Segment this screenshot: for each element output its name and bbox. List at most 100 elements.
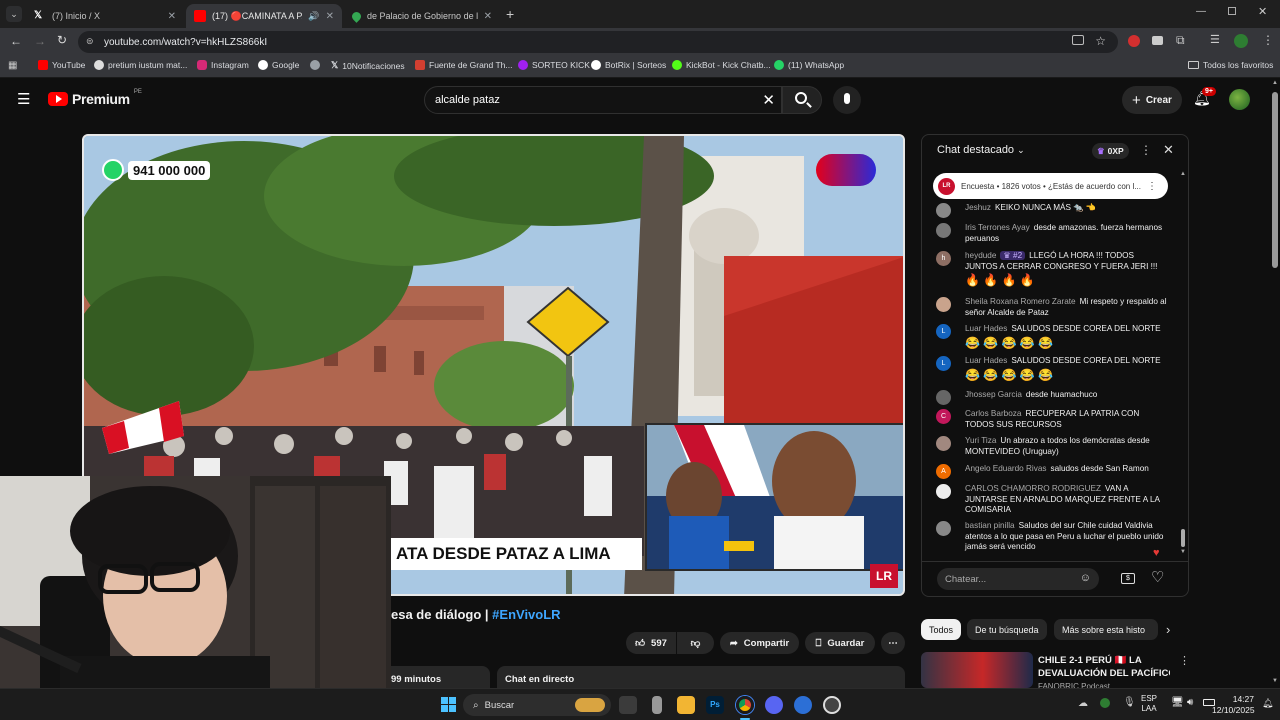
start-menu-icon[interactable] xyxy=(440,696,458,714)
forward-icon[interactable]: → xyxy=(34,34,46,48)
heart-icon[interactable]: ♡ xyxy=(1151,568,1164,586)
language-indicator[interactable]: ESP LAA xyxy=(1141,694,1157,714)
bookmark-item[interactable]: BotRix | Sorteos xyxy=(591,60,666,70)
chrome-icon[interactable] xyxy=(736,696,754,714)
scroll-thumb[interactable] xyxy=(1181,529,1185,547)
chat-message[interactable]: C Carlos Barboza RECUPERAR LA PATRIA CON T… xyxy=(936,409,1168,430)
scroll-up-icon[interactable]: ▲ xyxy=(1180,171,1186,177)
extension-icon[interactable] xyxy=(1128,35,1140,47)
create-button[interactable]: + Crear xyxy=(1122,86,1182,114)
extension-icon[interactable] xyxy=(1152,36,1163,45)
youtube-logo[interactable]: Premium PE xyxy=(48,89,142,107)
profile-avatar[interactable] xyxy=(1234,34,1248,48)
usb-icon[interactable] xyxy=(652,696,662,714)
bookmark-star-icon[interactable]: ☆ xyxy=(1095,34,1106,48)
taskbar-search[interactable]: ⌕ Buscar xyxy=(463,694,611,716)
like-button[interactable]: 👍︎ 597 xyxy=(626,632,676,654)
photoshop-icon[interactable]: Ps xyxy=(706,696,724,714)
address-bar[interactable]: ⊜ youtube.com/watch?v=hkHLZS866kI ☆ xyxy=(78,31,1118,53)
chat-message[interactable]: h heydude ♛ #2 LLEGÓ LA HORA !!! TODOS JUNT… xyxy=(936,251,1168,288)
chat-message[interactable]: L Luar Hades SALUDOS DESDE COREA DEL NORTE… xyxy=(936,356,1168,383)
minimize-icon[interactable]: — xyxy=(1196,6,1206,17)
bookmark-item[interactable]: YouTube xyxy=(38,60,85,70)
search-input[interactable]: alcalde pataz ✕ xyxy=(424,86,782,114)
poll-menu-icon[interactable]: ⋮ xyxy=(1147,181,1157,192)
account-avatar[interactable] xyxy=(1229,89,1250,110)
clock[interactable]: 14:27 12/10/2025 xyxy=(1212,694,1255,716)
chevron-right-icon[interactable]: › xyxy=(1166,622,1170,637)
chat-message[interactable]: Jhossep Garcia desde huamachuco xyxy=(936,390,1168,405)
search-button[interactable] xyxy=(782,86,822,114)
chat-message[interactable]: Yuri Tiza Un abrazo a todos los demócrata… xyxy=(936,436,1168,457)
chat-message[interactable]: Iris Terrones Ayay desde amazonas. fuerza… xyxy=(936,223,1168,244)
discord-icon[interactable] xyxy=(765,696,783,714)
chat-input[interactable]: Chatear... ☺ xyxy=(937,568,1099,590)
close-icon[interactable]: ✕ xyxy=(326,11,334,22)
chat-message[interactable]: A Angelo Eduardo Rivas saludos desde San R… xyxy=(936,464,1168,479)
chat-scrollbar[interactable]: ▲ ▼ xyxy=(1180,171,1186,556)
onedrive-icon[interactable]: ☁ xyxy=(1078,698,1088,709)
chat-message[interactable]: L Luar Hades SALUDOS DESDE COREA DEL NORTE… xyxy=(936,324,1168,351)
more-options-icon[interactable]: ⋮ xyxy=(1179,654,1190,667)
bookmark-item[interactable]: KickBot - Kick Chatb... xyxy=(672,60,771,70)
app-icon[interactable] xyxy=(794,696,812,714)
tab-maps[interactable]: de Palacio de Gobierno de la R ✕ xyxy=(344,4,500,28)
app-icon[interactable] xyxy=(823,696,841,714)
emoji-picker-icon[interactable]: ☺ xyxy=(1080,572,1091,584)
tab-youtube[interactable]: (17) 🔴CAMINATA A PALAC 🔊 ✕ xyxy=(186,4,342,28)
page-scrollbar[interactable]: ▲ ▼ xyxy=(1271,80,1280,688)
voice-search-button[interactable] xyxy=(833,86,861,114)
live-chat-replay-panel[interactable]: Chat en directo xyxy=(497,666,905,690)
scroll-up-icon[interactable]: ▲ xyxy=(1272,80,1278,86)
network-icon[interactable]: 🖥︎ xyxy=(1171,697,1184,708)
speaker-icon[interactable]: 🔊 xyxy=(308,11,319,22)
description-box[interactable]: 99 minutos xyxy=(391,666,490,690)
xp-badge[interactable]: ♛ 0XP xyxy=(1092,143,1129,159)
reading-list-icon[interactable]: ☰ xyxy=(1210,33,1220,46)
menu-kebab-icon[interactable]: ⋮ xyxy=(1262,33,1274,47)
chat-message[interactable]: Sheila Roxana Romero Zarate Mi respeto y … xyxy=(936,297,1168,318)
reload-icon[interactable]: ↻ xyxy=(57,33,67,47)
task-view-icon[interactable] xyxy=(619,696,637,714)
super-chat-icon[interactable]: $ xyxy=(1121,573,1135,584)
microphone-icon[interactable]: 🎙︎ xyxy=(1123,697,1136,708)
all-bookmarks[interactable]: Todos los favoritos xyxy=(1188,60,1273,70)
close-chat-icon[interactable]: ✕ xyxy=(1163,142,1174,158)
save-button[interactable]: ⎕ Guardar xyxy=(805,632,875,654)
bookmark-item[interactable]: Fuente de Grand Th... xyxy=(415,60,512,70)
restore-icon[interactable] xyxy=(1228,7,1236,15)
bookmark-item[interactable]: pretium iustum mat... xyxy=(94,60,187,70)
security-icon[interactable] xyxy=(1100,698,1110,708)
scroll-thumb[interactable] xyxy=(1272,92,1278,268)
site-info-icon[interactable]: ⊜ xyxy=(86,36,94,47)
close-icon[interactable]: ✕ xyxy=(168,11,176,22)
chip-all[interactable]: Todos xyxy=(921,619,962,640)
back-icon[interactable]: ← xyxy=(10,34,22,48)
bookmark-item[interactable]: Google xyxy=(258,60,299,70)
volume-icon[interactable]: 🔊︎ xyxy=(1187,697,1193,708)
extensions-puzzle-icon[interactable]: ⧉ xyxy=(1176,33,1185,48)
hashtag-link[interactable]: #EnVivoLR xyxy=(492,607,560,622)
bookmark-item[interactable]: (11) WhatsApp xyxy=(774,60,844,70)
scroll-down-icon[interactable]: ▼ xyxy=(1180,549,1186,555)
chip-more-story[interactable]: Más sobre esta histo xyxy=(1054,619,1158,640)
chat-menu-icon[interactable]: ⋮ xyxy=(1140,143,1152,157)
window-close-icon[interactable]: ✕ xyxy=(1258,5,1267,18)
poll-banner[interactable]: LR Encuesta • 1826 votos • ¿Estás de acu… xyxy=(933,173,1168,199)
bookmark-item[interactable]: Instagram xyxy=(197,60,249,70)
dislike-button[interactable]: 👎︎ xyxy=(677,632,714,654)
chip-from-search[interactable]: De tu búsqueda xyxy=(967,619,1047,640)
bookmark-item[interactable]: 𝕏 10Notificaciones xyxy=(331,60,405,71)
chat-message[interactable]: Jeshuz KEIKO NUNCA MÁS 🐀 👈 xyxy=(936,203,1168,218)
chat-message[interactable]: CARLOS CHAMORRO RODRIGUEZ VAN A JUNTARSE … xyxy=(936,484,1168,516)
clear-search-icon[interactable]: ✕ xyxy=(762,91,775,109)
notifications-button[interactable]: 🔔︎ 9+ xyxy=(1193,87,1216,108)
bookmark-item[interactable] xyxy=(310,60,320,70)
close-icon[interactable]: ✕ xyxy=(484,11,492,22)
file-explorer-icon[interactable] xyxy=(677,696,695,714)
tab-search-icon[interactable]: ⌄ xyxy=(6,6,22,22)
new-tab-icon[interactable]: + xyxy=(506,6,514,22)
recommended-video[interactable]: CHILE 2-1 PERÚ 🇵🇪 LA DEVALUACIÓN DEL PAC… xyxy=(921,652,1190,691)
bookmark-item[interactable]: SORTEO KICK xyxy=(518,60,590,70)
chat-message[interactable]: bastian pinilla Saludos del sur Chile cui… xyxy=(936,521,1168,553)
